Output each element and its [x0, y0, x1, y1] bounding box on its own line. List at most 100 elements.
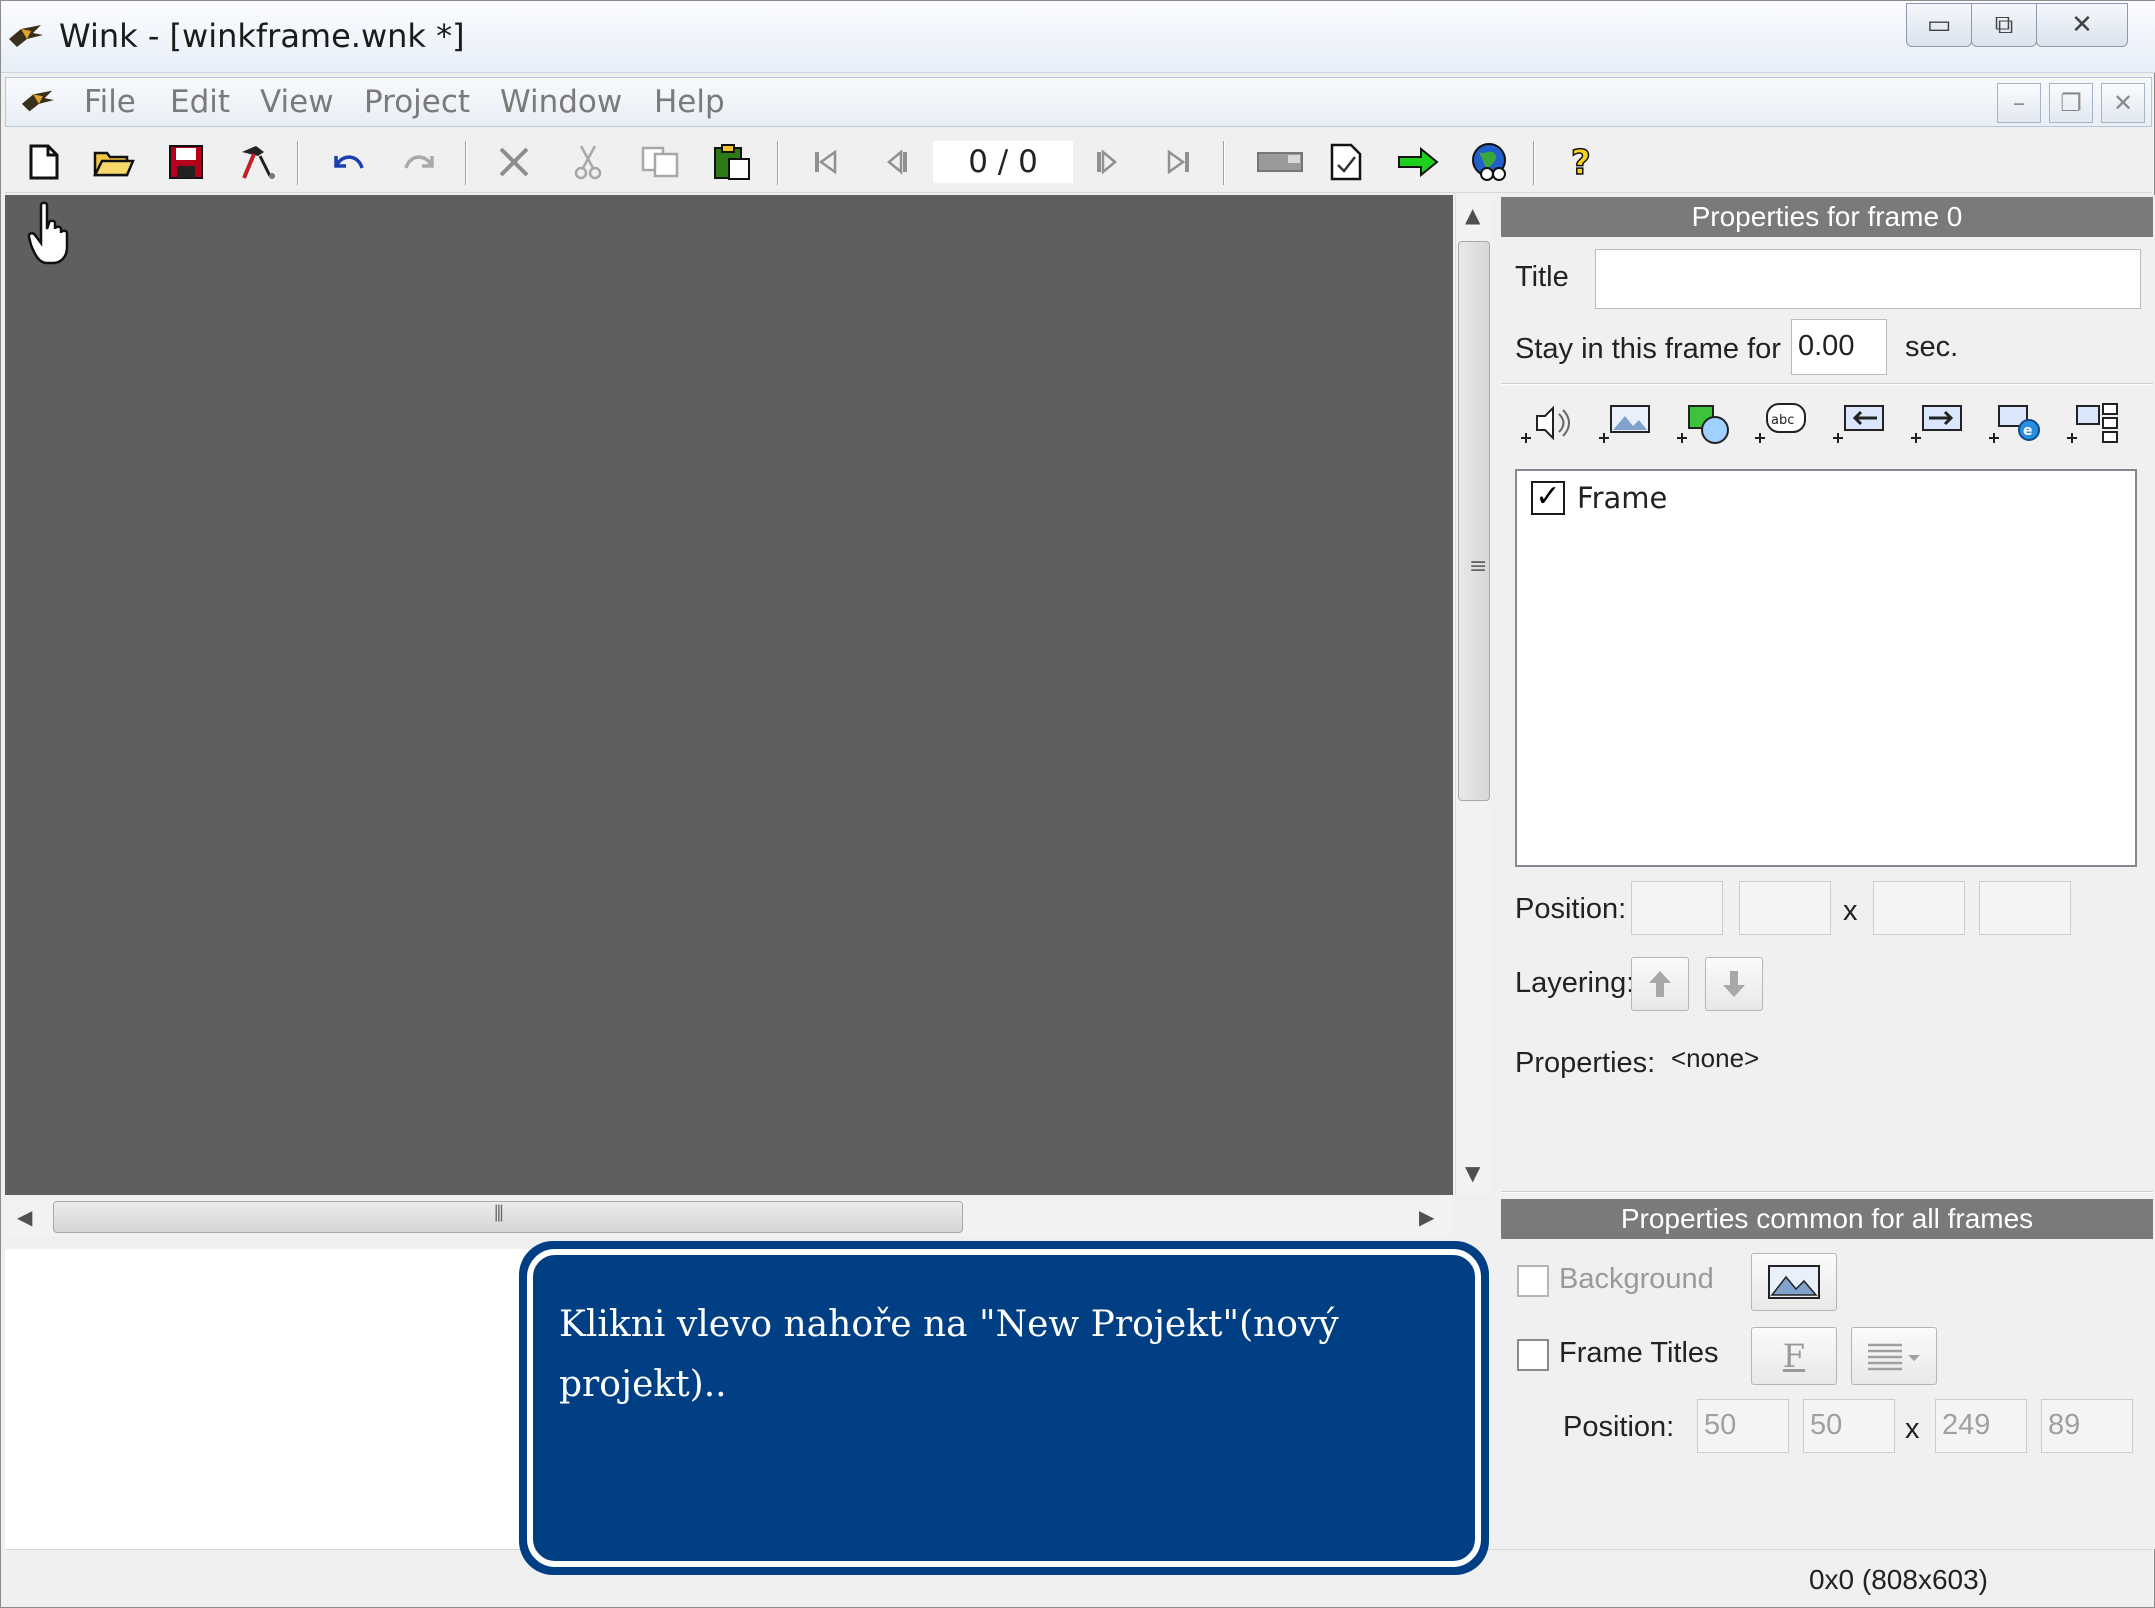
stay-duration-unit: sec. — [1905, 331, 1959, 363]
common-position-x-input[interactable]: 50 — [1697, 1399, 1789, 1453]
hammer-icon — [242, 146, 275, 179]
toolbar-separator — [297, 141, 299, 185]
last-frame-button[interactable] — [1153, 137, 1203, 187]
mdi-close-button[interactable]: ✕ — [2101, 83, 2145, 123]
stay-duration-label: Stay in this frame for — [1515, 333, 1781, 365]
toolbar-separator — [1223, 141, 1225, 185]
undo-icon — [334, 155, 364, 169]
help-button[interactable]: ? — [1557, 137, 1607, 187]
frame-counter[interactable]: 0 / 0 — [933, 141, 1073, 183]
menu-edit[interactable]: Edit — [170, 84, 230, 120]
next-frame-button[interactable] — [1081, 137, 1131, 187]
frame-titles-checkbox[interactable] — [1517, 1339, 1549, 1371]
frame-object-list[interactable]: ✓ Frame — [1515, 469, 2137, 867]
common-position-width-input[interactable]: 249 — [1935, 1399, 2027, 1453]
paste-button[interactable] — [707, 137, 757, 187]
web-button[interactable] — [1465, 137, 1515, 187]
add-audio-button[interactable] — [1517, 395, 1577, 451]
common-position-height-input[interactable]: 89 — [2041, 1399, 2133, 1453]
add-next-button[interactable] — [1907, 395, 1967, 451]
title-bar: Wink - [winkframe.wnk *] ▭ ⧉ ✕ — [1, 1, 2155, 73]
open-button[interactable] — [89, 137, 139, 187]
step-forward-icon — [1097, 149, 1117, 175]
tutorial-callout: Klikni vlevo nahoře na "New Projekt"(nov… — [519, 1241, 1489, 1575]
stay-duration-input[interactable]: 0.00 — [1791, 319, 1887, 375]
document-check-icon — [1330, 143, 1362, 181]
properties-value: <none> — [1671, 1043, 1760, 1073]
scroll-left-arrow-icon[interactable]: ◀ — [17, 1205, 32, 1229]
horizontal-scrollbar[interactable]: ◀ ⦀ ▶ — [5, 1197, 1453, 1237]
render-button[interactable] — [233, 137, 283, 187]
new-project-button[interactable] — [19, 137, 69, 187]
hand-cursor-icon — [27, 201, 69, 265]
save-button[interactable] — [161, 137, 211, 187]
mdi-restore-button[interactable]: ❐ — [2049, 83, 2093, 123]
add-text-box-button[interactable]: abc — [1751, 395, 1811, 451]
position-width-input[interactable] — [1873, 881, 1965, 935]
frame-titles-label: Frame Titles — [1559, 1337, 1719, 1369]
cut-button[interactable] — [563, 137, 613, 187]
svg-text:?: ? — [1571, 143, 1591, 182]
vertical-scrollbar[interactable]: ▲ ≡ ▼ — [1455, 195, 1491, 1195]
alignment-dropdown[interactable] — [1851, 1327, 1937, 1385]
add-menu-button[interactable] — [2063, 395, 2123, 451]
scroll-right-arrow-icon[interactable]: ▶ — [1419, 1205, 1434, 1229]
wink-document-icon[interactable] — [20, 86, 56, 116]
first-frame-button[interactable] — [801, 137, 851, 187]
add-shape-button[interactable] — [1673, 395, 1733, 451]
position-height-input[interactable] — [1979, 881, 2071, 935]
copy-button[interactable] — [635, 137, 685, 187]
copy-icon — [641, 146, 679, 178]
callout-text: Klikni vlevo nahoře na "New Projekt"(nov… — [559, 1304, 1339, 1405]
position-y-input[interactable] — [1739, 881, 1831, 935]
background-image-button[interactable] — [1751, 1253, 1837, 1311]
background-checkbox[interactable] — [1517, 1265, 1549, 1297]
toolbar-separator — [465, 141, 467, 185]
scroll-up-arrow-icon[interactable]: ▲ — [1465, 203, 1480, 227]
restore-icon: ⧉ — [1994, 9, 2014, 40]
add-menu-icon — [2067, 403, 2118, 443]
layer-down-button[interactable] — [1705, 957, 1763, 1011]
frame-canvas[interactable] — [5, 195, 1453, 1195]
frame-visible-checkbox[interactable]: ✓ — [1531, 481, 1565, 515]
font-button[interactable]: F — [1751, 1327, 1837, 1385]
layer-up-button[interactable] — [1631, 957, 1689, 1011]
divider — [1501, 1191, 2153, 1193]
add-url-button[interactable]: e — [1985, 395, 2045, 451]
close-button[interactable]: ✕ — [2036, 3, 2128, 47]
add-url-icon: e — [1989, 405, 2040, 443]
open-folder-icon — [93, 151, 135, 177]
screen-size-button[interactable] — [1249, 137, 1311, 187]
list-item-label: Frame — [1577, 481, 1668, 515]
preview-button[interactable] — [1321, 137, 1371, 187]
add-next-button-icon — [1911, 405, 1962, 443]
horizontal-scroll-thumb[interactable]: ⦀ — [53, 1201, 963, 1233]
common-position-y-input[interactable]: 50 — [1803, 1399, 1895, 1453]
menu-file[interactable]: File — [84, 84, 136, 120]
scroll-down-arrow-icon[interactable]: ▼ — [1465, 1161, 1480, 1185]
maximize-button[interactable]: ⧉ — [1971, 3, 2037, 47]
layering-label: Layering: — [1515, 967, 1635, 999]
mdi-minimize-button[interactable]: – — [1997, 83, 2041, 123]
undo-button[interactable] — [323, 137, 373, 187]
vertical-scroll-thumb[interactable]: ≡ — [1458, 241, 1490, 801]
screen-rect-icon — [1257, 152, 1303, 172]
title-input[interactable] — [1595, 249, 2141, 309]
menu-help[interactable]: Help — [654, 84, 725, 120]
previous-frame-button[interactable] — [873, 137, 923, 187]
common-properties-header: Properties common for all frames — [1501, 1199, 2153, 1239]
redo-button[interactable] — [395, 137, 445, 187]
menu-project[interactable]: Project — [364, 84, 470, 120]
go-button[interactable] — [1393, 137, 1443, 187]
menu-view[interactable]: View — [260, 84, 334, 120]
minimize-button[interactable]: ▭ — [1906, 3, 1972, 47]
position-x-input[interactable] — [1631, 881, 1723, 935]
add-back-button-icon — [1833, 405, 1884, 443]
delete-button[interactable] — [489, 137, 539, 187]
background-label: Background — [1559, 1263, 1714, 1295]
list-item[interactable]: ✓ Frame — [1531, 479, 1831, 519]
image-icon — [1768, 1265, 1820, 1299]
add-image-button[interactable] — [1595, 395, 1655, 451]
menu-window[interactable]: Window — [500, 84, 622, 120]
add-back-button[interactable] — [1829, 395, 1889, 451]
